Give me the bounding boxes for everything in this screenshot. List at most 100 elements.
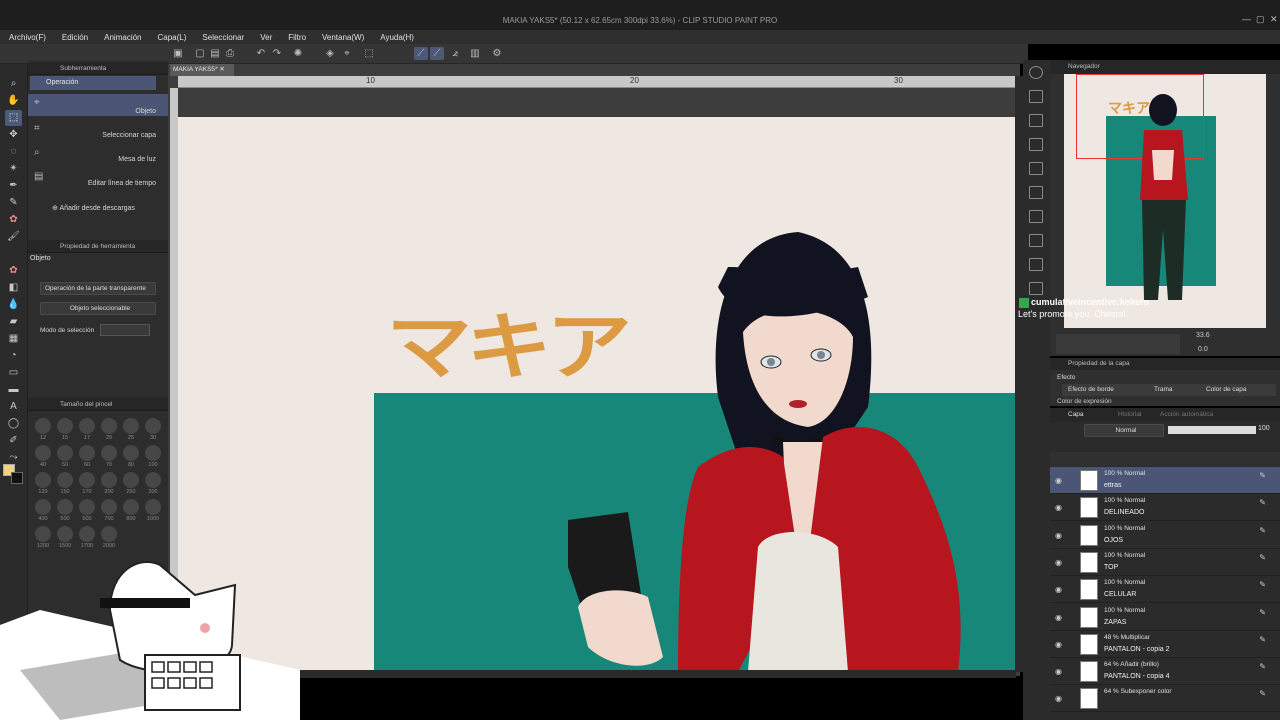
menu-capa[interactable]: Capa(L) [149, 33, 194, 42]
blend-mode-select[interactable]: Normal [1084, 424, 1164, 437]
balloon-tool-icon[interactable]: ◯ [5, 416, 22, 432]
history-icon[interactable] [1029, 234, 1043, 247]
zoom-tool-icon[interactable]: ⌕ [5, 76, 22, 92]
text-tool-icon[interactable]: A [5, 399, 22, 415]
open-icon[interactable]: ▢ [193, 47, 207, 60]
save-icon[interactable]: ▤ [208, 47, 222, 60]
blend-tool-icon[interactable]: 💧 [5, 297, 22, 313]
clear-icon[interactable]: ⬚ [362, 47, 376, 60]
menu-archivo[interactable]: Archivo(F) [0, 33, 53, 42]
document-tab[interactable]: MAKIA YAKS5* ✕ [170, 64, 234, 76]
snap-grid-icon[interactable]: ⦨ [448, 47, 462, 60]
layer-row[interactable]: ◉ 100 % Normal CELULAR ✎ [1050, 576, 1280, 604]
figure-tool-icon[interactable]: ◔ [5, 348, 22, 364]
close-tab-icon[interactable]: ✕ [219, 66, 224, 73]
navigator-preview[interactable]: マキア [1064, 74, 1266, 328]
menu-edicion[interactable]: Edición [53, 33, 95, 42]
hand-tool-icon[interactable]: ✋ [5, 93, 22, 109]
selection-mode-buttons[interactable] [100, 324, 150, 336]
visibility-eye-icon[interactable]: ◉ [1055, 558, 1062, 567]
brush-size-preset[interactable] [79, 499, 95, 515]
brush-size-preset[interactable] [101, 472, 117, 488]
fill-tool-icon[interactable]: ▰ [5, 314, 22, 330]
menu-animacion[interactable]: Animación [95, 33, 148, 42]
palette-icon[interactable] [1029, 90, 1043, 103]
brush-size-preset[interactable] [79, 526, 95, 542]
transparent-operation-select[interactable]: Operación de la parte transparente [40, 282, 156, 295]
snap-ruler-icon[interactable]: ⟋ [414, 47, 428, 60]
visibility-eye-icon[interactable]: ◉ [1055, 613, 1062, 622]
brush-size-preset[interactable] [35, 472, 51, 488]
material-icon[interactable] [1029, 114, 1043, 127]
visibility-eye-icon[interactable]: ◉ [1055, 585, 1062, 594]
brush-size-preset[interactable] [101, 445, 117, 461]
brush-size-preset[interactable] [35, 526, 51, 542]
opacity-slider[interactable] [1168, 426, 1256, 434]
grid-icon[interactable]: ▥ [468, 47, 482, 60]
menu-ver[interactable]: Ver [251, 33, 279, 42]
airbrush-icon[interactable]: ✿ [5, 263, 22, 279]
new-file-icon[interactable]: ▣ [171, 47, 185, 60]
layer-search-icon[interactable] [1029, 186, 1043, 199]
vertical-scrollbar[interactable] [1015, 76, 1023, 672]
brush-size-preset[interactable] [123, 445, 139, 461]
layer-row[interactable]: ◉ 100 % Normal OJOS ✎ [1050, 522, 1280, 549]
brush-size-preset[interactable] [145, 472, 161, 488]
tab-history[interactable]: Historial [1118, 408, 1141, 422]
brush-size-preset[interactable] [79, 472, 95, 488]
visibility-eye-icon[interactable]: ◉ [1055, 640, 1062, 649]
layer-row[interactable]: ◉ 100 % Normal TOP ✎ [1050, 549, 1280, 576]
canvas-paper[interactable]: マキア [178, 117, 1015, 670]
horizontal-scrollbar[interactable] [178, 670, 1016, 678]
info-icon[interactable] [1029, 162, 1043, 175]
tone-button[interactable]: Trama [1150, 384, 1200, 396]
redo-icon[interactable]: ↷ [270, 47, 284, 60]
eyedropper-icon[interactable]: ✒ [5, 178, 22, 194]
brush-size-preset[interactable] [35, 418, 51, 434]
timeline-panel-icon[interactable] [1029, 282, 1043, 295]
brush-size-preset[interactable] [145, 418, 161, 434]
brush-size-preset[interactable] [79, 445, 95, 461]
brush-size-preset[interactable] [57, 499, 73, 515]
subtool-item-lightbox[interactable]: ⌕ Mesa de luz [28, 144, 168, 166]
tab-auto-action[interactable]: Acción automática [1160, 408, 1213, 422]
brush-size-preset[interactable] [145, 499, 161, 515]
menu-ayuda[interactable]: Ayuda(H) [371, 33, 421, 42]
brush-size-preset[interactable] [101, 526, 117, 542]
maximize-icon[interactable]: ▢ [1256, 14, 1265, 25]
operation-tool-icon[interactable]: ⬚ [5, 110, 22, 126]
brush-size-preset[interactable] [57, 445, 73, 461]
subview-icon[interactable] [1029, 138, 1043, 151]
transform-icon[interactable]: ⌖ [340, 47, 354, 60]
ruler-tool-icon[interactable]: ▬ [5, 382, 22, 398]
settings-icon[interactable]: ⚙ [490, 47, 504, 60]
minimize-icon[interactable]: — [1242, 14, 1251, 24]
lasso-tool-icon[interactable]: ◌ [5, 144, 22, 160]
brush-size-preset[interactable] [101, 499, 117, 515]
brush-tool-icon[interactable]: 🖌 [5, 229, 22, 245]
brush-size-preset[interactable] [79, 418, 95, 434]
menu-ventana[interactable]: Ventana(W) [313, 33, 371, 42]
edge-effect-button[interactable]: Efecto de borde [1062, 384, 1150, 396]
loading-icon[interactable]: ✺ [291, 47, 305, 60]
snap-special-icon[interactable]: ⟋ [430, 47, 444, 60]
layer-row[interactable]: ◉ 48 % Multiplicar PANTALON - copia 2 ✎ [1050, 631, 1280, 658]
brush-size-preset[interactable] [35, 445, 51, 461]
frame-tool-icon[interactable]: ▭ [5, 365, 22, 381]
auto-action-icon[interactable] [1029, 258, 1043, 271]
visibility-eye-icon[interactable]: ◉ [1055, 476, 1062, 485]
layer-row[interactable]: ◉ 100 % Normal DELINEADO ✎ [1050, 494, 1280, 522]
brush-size-preset[interactable] [123, 472, 139, 488]
brush-size-preset[interactable] [145, 445, 161, 461]
zoom-slider[interactable] [1056, 334, 1180, 354]
visibility-eye-icon[interactable]: ◉ [1055, 503, 1062, 512]
layer-property-icon[interactable] [1029, 210, 1043, 223]
close-icon[interactable]: ✕ [1270, 14, 1278, 25]
layer-color-button[interactable]: Color de capa [1200, 384, 1276, 396]
brush-size-preset[interactable] [123, 418, 139, 434]
brush-size-preset[interactable] [57, 472, 73, 488]
add-from-downloads[interactable]: ⊕ Añadir desde descargas [52, 204, 135, 212]
pen-tool-icon[interactable]: ✎ [5, 195, 22, 211]
subtool-item-select-layer[interactable]: ⌗ Seleccionar capa [28, 120, 168, 142]
brush-size-preset[interactable] [57, 418, 73, 434]
